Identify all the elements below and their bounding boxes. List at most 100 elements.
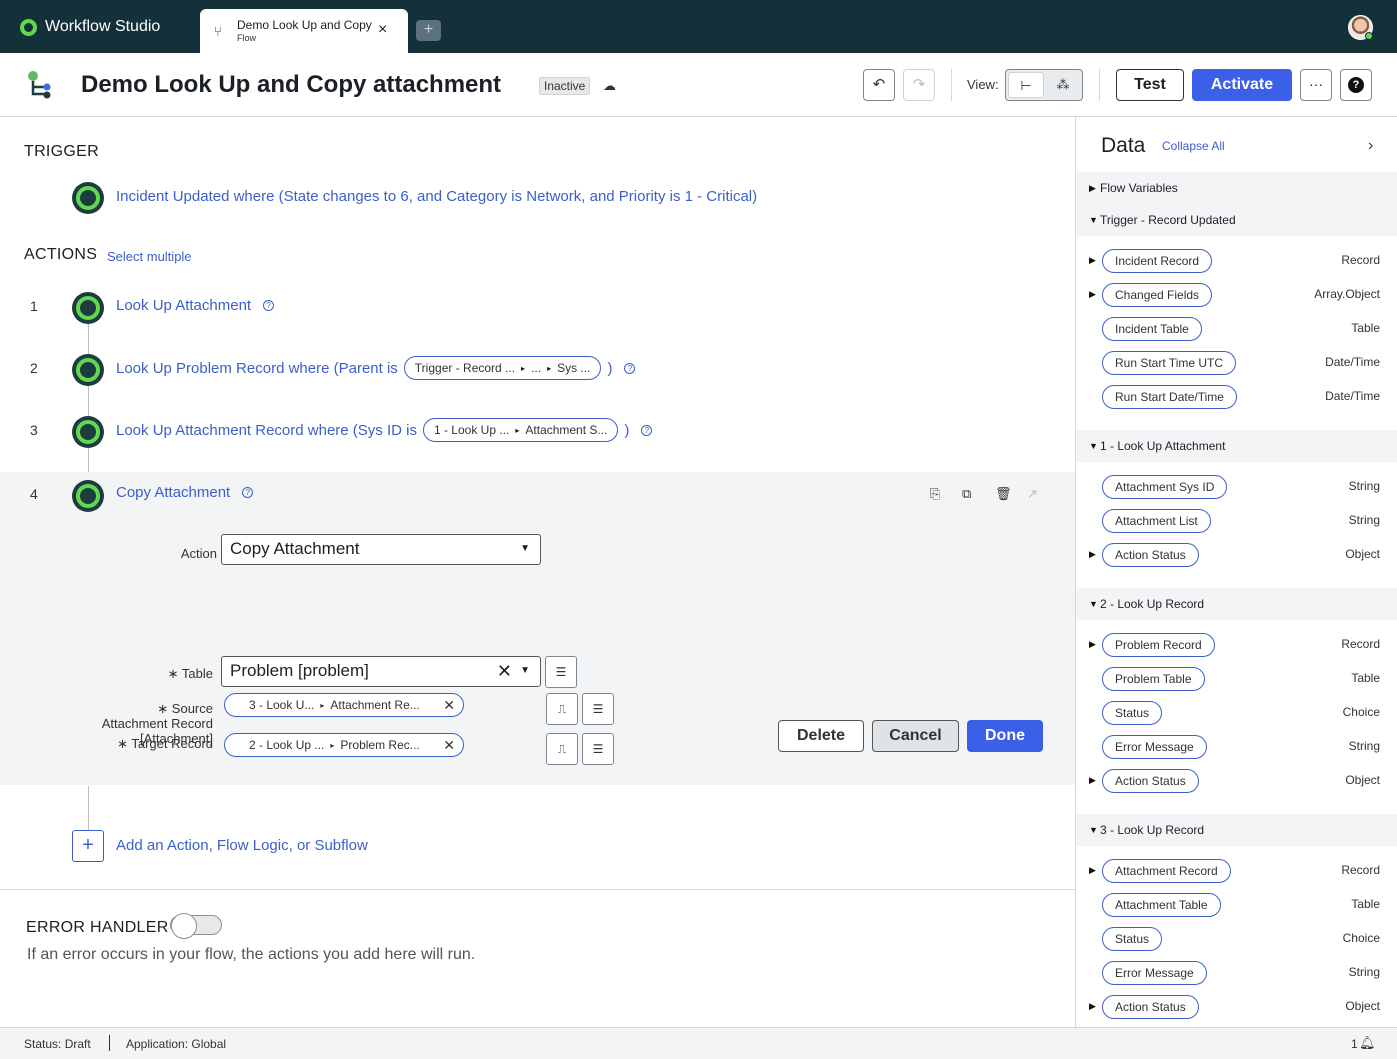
action-select[interactable]: Copy Attachment ▼ xyxy=(221,534,541,565)
action-step-1[interactable]: Look Up Attachment ? xyxy=(116,297,275,314)
data-pill[interactable]: Problem Table xyxy=(1102,667,1205,691)
caret-right-icon[interactable]: ▶ xyxy=(1089,255,1096,266)
info-icon[interactable]: ? xyxy=(641,424,653,436)
flow-tab[interactable]: ⑂ Demo Look Up and Copy attachment Flow … xyxy=(200,9,408,53)
data-type-label: Record xyxy=(1341,863,1380,877)
trash-icon[interactable]: 🗑 xyxy=(995,486,1012,502)
remove-pill-icon[interactable]: ✕ xyxy=(443,737,455,754)
data-group-label: Flow Variables xyxy=(1100,181,1178,195)
view-toggle[interactable]: ⊢ ⁂ xyxy=(1005,69,1083,101)
caret-right-icon[interactable]: ▶ xyxy=(1089,289,1096,300)
caret-right-icon[interactable]: ▶ xyxy=(1089,775,1096,786)
data-group-header[interactable]: ▶ Flow Variables xyxy=(1076,172,1397,204)
remove-pill-icon[interactable]: ✕ xyxy=(443,697,455,714)
info-icon[interactable]: ? xyxy=(624,362,636,374)
caret-right-icon[interactable]: ▶ xyxy=(1089,865,1096,876)
action-step-4[interactable]: Copy Attachment ? xyxy=(116,484,254,501)
data-panel-title: Data xyxy=(1101,134,1146,157)
data-pill[interactable]: Attachment Table xyxy=(1102,893,1221,917)
data-pill[interactable]: Run Start Time UTC xyxy=(1102,351,1237,375)
diagram-view-icon[interactable]: ⁂ xyxy=(1045,72,1081,98)
data-pill[interactable]: Attachment List xyxy=(1102,509,1211,533)
action-step-3[interactable]: Look Up Attachment Record where (Sys ID … xyxy=(116,418,653,442)
data-type-label: Record xyxy=(1341,253,1380,267)
divider xyxy=(109,1035,110,1051)
data-pill[interactable]: Incident Record xyxy=(1102,249,1213,273)
dropdown-caret-icon: ▼ xyxy=(520,665,530,676)
source-pill[interactable]: 3 - Look U... ▸ Attachment Re... ✕ xyxy=(224,693,464,717)
data-pill[interactable]: Action Status xyxy=(1102,995,1199,1019)
tree-view-icon[interactable]: ⊢ xyxy=(1008,72,1044,98)
data-pill[interactable]: Run Start Date/Time xyxy=(1102,385,1237,409)
copy-icon[interactable]: ⎘ xyxy=(930,486,940,502)
data-pill[interactable]: Error Message xyxy=(1102,961,1207,985)
action-step-2[interactable]: Look Up Problem Record where (Parent is … xyxy=(116,356,636,380)
step-label: Look Up Attachment Record where (Sys ID … xyxy=(116,421,417,439)
caret-right-icon[interactable]: ▶ xyxy=(1089,549,1096,560)
notification-count[interactable]: 1 xyxy=(1351,1037,1358,1051)
caret-down-icon: ▼ xyxy=(1089,825,1098,835)
delete-button[interactable]: Delete xyxy=(778,720,864,752)
caret-right-icon[interactable]: ▶ xyxy=(1089,639,1096,650)
data-pill[interactable]: Problem Record xyxy=(1102,633,1215,657)
data-pill[interactable]: Attachment Record xyxy=(1102,859,1231,883)
data-type-label: String xyxy=(1348,479,1380,493)
clear-icon[interactable]: ✕ xyxy=(497,657,512,685)
redo-button[interactable]: ↷ xyxy=(903,69,935,101)
data-picker-button[interactable]: ☰ xyxy=(582,733,614,765)
undo-button[interactable]: ↶ xyxy=(863,69,895,101)
error-handler-toggle[interactable] xyxy=(170,913,222,939)
data-picker-icon: ☰ xyxy=(592,742,604,756)
help-button[interactable]: ? xyxy=(1340,69,1372,101)
caret-right-icon: ▸ xyxy=(330,740,335,750)
data-pill[interactable]: 1 - Look Up ... ▸ Attachment S... xyxy=(422,418,619,442)
data-pill[interactable]: Incident Table xyxy=(1102,317,1202,341)
info-icon[interactable]: ? xyxy=(263,300,275,311)
divider xyxy=(1099,69,1100,101)
target-pill[interactable]: 2 - Look Up ... ▸ Problem Rec... ✕ xyxy=(224,733,464,757)
data-group-header[interactable]: ▼ 2 - Look Up Record xyxy=(1076,588,1397,620)
data-pill[interactable]: Action Status xyxy=(1102,769,1199,793)
trigger-link[interactable]: Incident Updated where (State changes to… xyxy=(116,188,757,205)
info-icon[interactable]: ? xyxy=(242,487,254,498)
data-group-header[interactable]: ▼ 1 - Look Up Attachment xyxy=(1076,430,1397,462)
script-toggle-button[interactable]: ⎍ xyxy=(546,693,578,725)
add-action-button[interactable]: + xyxy=(72,830,104,862)
table-select[interactable]: Problem [problem] ✕ ▼ xyxy=(221,656,541,687)
data-pill[interactable]: Trigger - Record ... ▸ ... ▸ Sys ... xyxy=(403,356,602,380)
data-pill[interactable]: Error Message xyxy=(1102,735,1207,759)
pill-segment: 1 - Look Up ... xyxy=(433,423,510,437)
caret-right-icon[interactable]: ▶ xyxy=(1089,1001,1096,1012)
bell-icon[interactable]: 🔔︎ xyxy=(1359,1035,1376,1051)
open-external-icon[interactable]: ↗ xyxy=(1027,486,1038,502)
data-group-header[interactable]: ▼ Trigger - Record Updated xyxy=(1076,204,1397,236)
data-pill[interactable]: Action Status xyxy=(1102,543,1199,567)
tab-close-icon[interactable]: × xyxy=(378,21,387,39)
add-action-link[interactable]: Add an Action, Flow Logic, or Subflow xyxy=(116,837,368,854)
online-status-icon xyxy=(1365,32,1373,40)
data-picker-button[interactable]: ☰ xyxy=(582,693,614,725)
cancel-button[interactable]: Cancel xyxy=(872,720,959,752)
test-button[interactable]: Test xyxy=(1116,69,1184,101)
more-options-button[interactable]: ··· xyxy=(1300,69,1332,101)
data-pill[interactable]: Status xyxy=(1102,927,1163,951)
action-node-icon xyxy=(72,354,104,386)
collapse-all-link[interactable]: Collapse All xyxy=(1162,139,1225,153)
application-scope: Application: Global xyxy=(126,1037,227,1051)
chevron-right-icon[interactable]: › xyxy=(1368,137,1373,155)
app-brand[interactable]: Workflow Studio xyxy=(20,18,160,36)
data-pill[interactable]: Status xyxy=(1102,701,1163,725)
activate-button[interactable]: Activate xyxy=(1192,69,1292,101)
done-button[interactable]: Done xyxy=(967,720,1043,752)
data-pill[interactable]: Attachment Sys ID xyxy=(1102,475,1228,499)
status-badge: Inactive xyxy=(539,77,591,95)
page-title: Demo Look Up and Copy attachment xyxy=(81,71,502,98)
select-multiple-link[interactable]: Select multiple xyxy=(107,249,192,264)
data-group-header[interactable]: ▼ 3 - Look Up Record xyxy=(1076,814,1397,846)
move-icon[interactable]: ⧉ xyxy=(962,486,971,502)
new-tab-button[interactable]: + xyxy=(416,20,441,41)
redo-icon: ↷ xyxy=(912,76,926,93)
script-toggle-button[interactable]: ⎍ xyxy=(546,733,578,765)
data-picker-button[interactable]: ☰ xyxy=(545,656,577,688)
data-pill[interactable]: Changed Fields xyxy=(1102,283,1213,307)
